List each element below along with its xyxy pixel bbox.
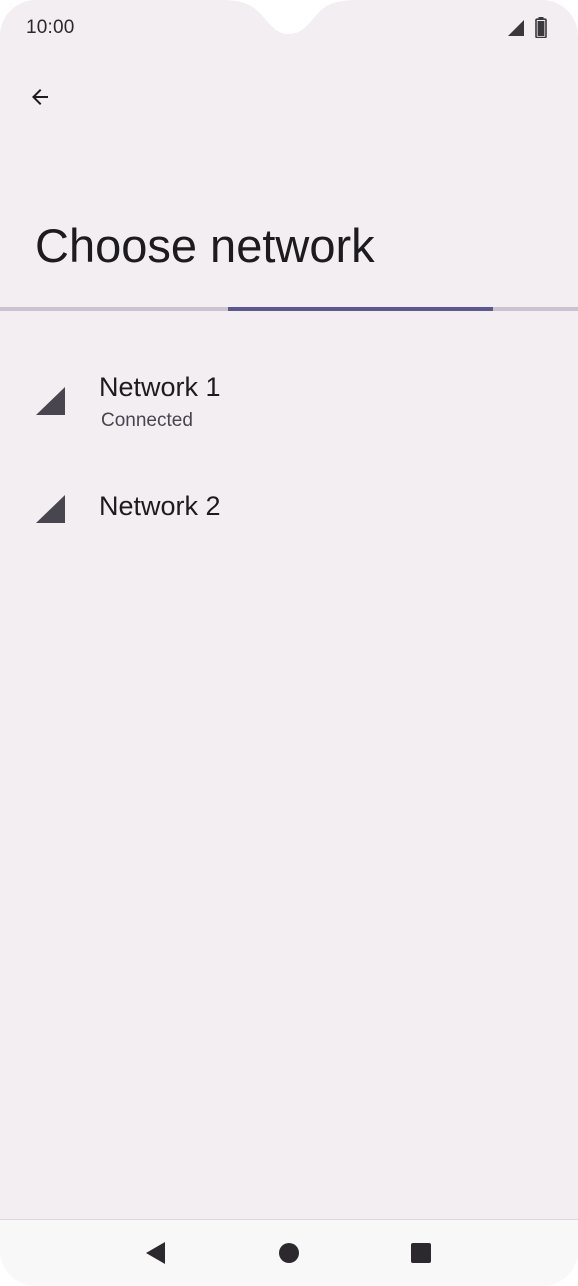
page-title: Choose network <box>35 219 375 272</box>
network-list: Network 1 Connected Network 2 <box>0 350 578 540</box>
cell-signal-icon <box>508 20 524 36</box>
nav-back-button[interactable] <box>124 1220 188 1286</box>
status-bar: 10:00 <box>0 0 578 58</box>
navigation-bar <box>0 1219 578 1286</box>
nav-home-icon <box>279 1243 299 1263</box>
camera-notch <box>222 0 356 34</box>
network-item-2[interactable]: Network 2 <box>0 460 578 540</box>
battery-icon <box>535 17 547 38</box>
choose-network-screen: 10:00 Choose network Network 1 Connected <box>0 0 578 1286</box>
signal-strength-icon <box>36 387 65 415</box>
network-name: Network 1 <box>99 372 221 402</box>
nav-recents-icon <box>411 1243 431 1263</box>
back-button[interactable] <box>16 73 64 121</box>
progress-indicator <box>227 307 494 311</box>
progress-track <box>0 307 578 311</box>
status-time: 10:00 <box>26 17 75 38</box>
nav-back-icon <box>146 1242 165 1264</box>
network-status: Connected <box>101 410 193 431</box>
nav-home-button[interactable] <box>257 1220 321 1286</box>
arrow-back-icon <box>32 89 48 105</box>
nav-recents-button[interactable] <box>389 1220 453 1286</box>
network-name: Network 2 <box>99 491 221 521</box>
signal-strength-icon <box>36 495 65 523</box>
network-item-1[interactable]: Network 1 Connected <box>0 350 578 460</box>
